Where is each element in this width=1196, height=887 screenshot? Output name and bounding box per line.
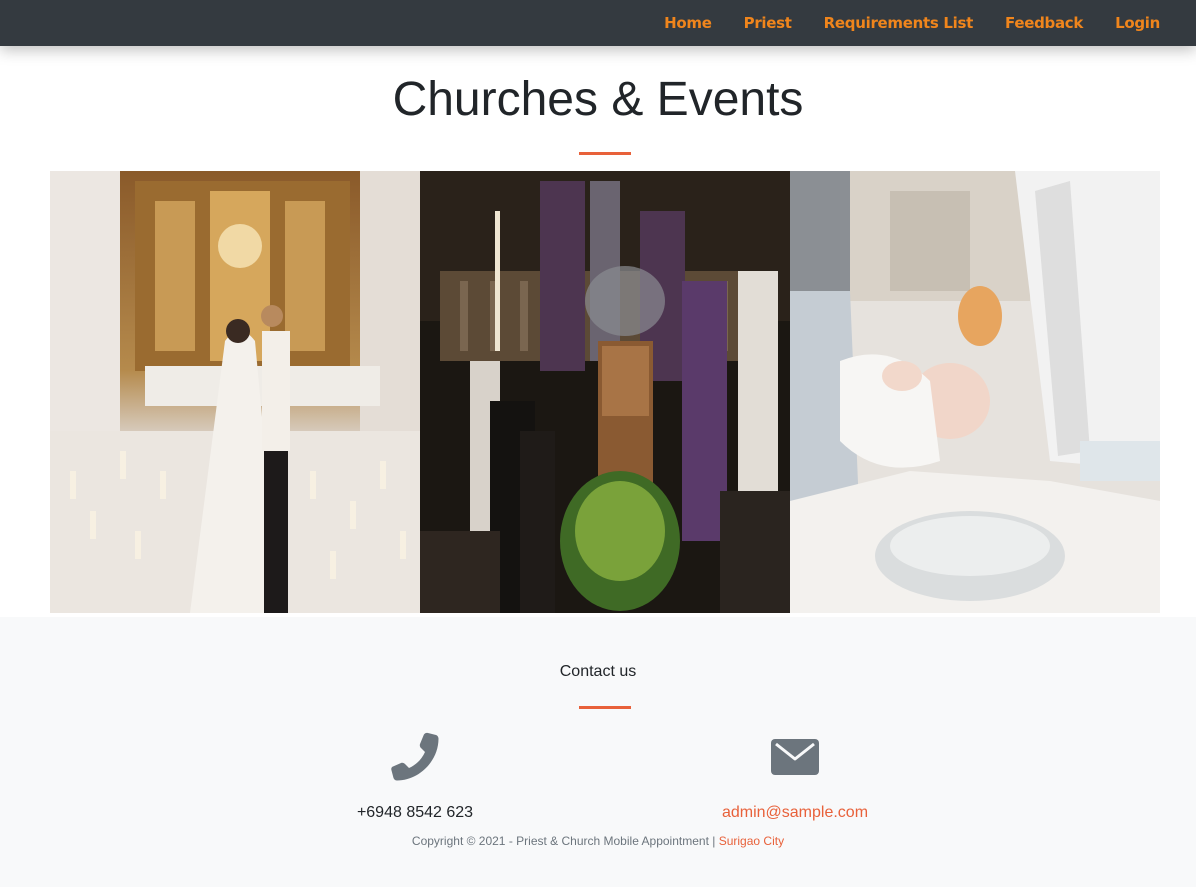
nav-link-login[interactable]: Login bbox=[1115, 14, 1160, 32]
phone-contact: +6948 8542 623 bbox=[285, 732, 545, 822]
nav-link-priest[interactable]: Priest bbox=[744, 14, 792, 32]
envelope-icon bbox=[771, 739, 819, 775]
page-title: Churches & Events bbox=[392, 73, 804, 126]
email-contact: admin@sample.com bbox=[665, 732, 925, 822]
phone-icon bbox=[391, 732, 439, 781]
nav-links: Home Priest Requirements List Feedback L… bbox=[632, 0, 1160, 46]
nav-link-feedback[interactable]: Feedback bbox=[1005, 14, 1083, 32]
funeral-mass-photo bbox=[420, 171, 790, 613]
events-gallery bbox=[50, 171, 1160, 613]
title-divider bbox=[579, 152, 631, 155]
nav-link-requirements-list[interactable]: Requirements List bbox=[824, 14, 974, 32]
copyright-footer: Copyright © 2021 - Priest & Church Mobil… bbox=[0, 834, 1196, 848]
top-navbar: Home Priest Requirements List Feedback L… bbox=[0, 0, 1196, 46]
copyright-text: Copyright © 2021 - Priest & Church Mobil… bbox=[411, 834, 719, 848]
church-wedding-photo bbox=[50, 171, 420, 613]
city-link[interactable]: Surigao City bbox=[719, 834, 784, 848]
phone-number: +6948 8542 623 bbox=[356, 804, 474, 821]
contact-divider bbox=[579, 706, 631, 709]
nav-link-home[interactable]: Home bbox=[664, 14, 712, 32]
contact-title: Contact us bbox=[559, 663, 637, 680]
infant-baptism-photo bbox=[790, 171, 1160, 613]
email-link[interactable]: admin@sample.com bbox=[665, 804, 925, 822]
contact-section: Contact us +6948 8542 623 admin@sample.c… bbox=[0, 617, 1196, 887]
